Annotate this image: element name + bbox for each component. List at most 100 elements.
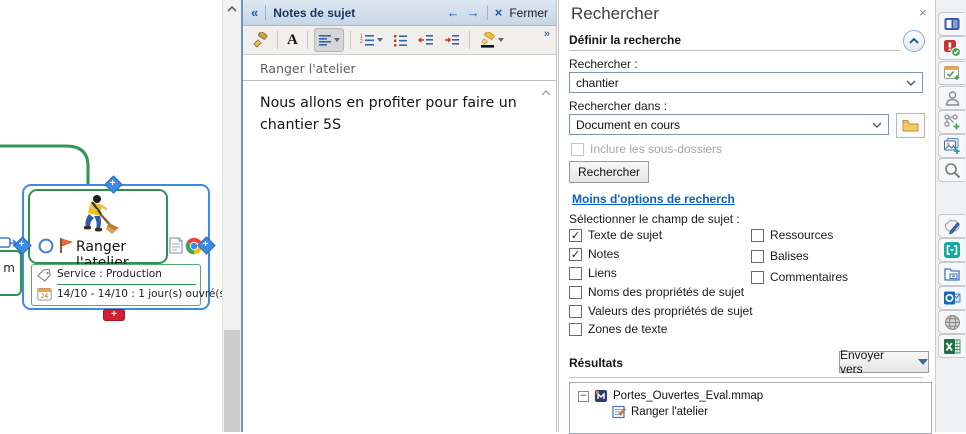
checkbox-valeurs-proprietes[interactable]	[569, 305, 582, 318]
indent-button[interactable]	[441, 29, 463, 51]
tab-task-status[interactable]	[938, 36, 965, 60]
checkbox-ressources[interactable]	[751, 229, 764, 242]
send-to-caret-icon	[918, 359, 928, 365]
note-body-text[interactable]: Nous allons en profiter pour faire un ch…	[260, 92, 548, 136]
tab-resources[interactable]	[938, 86, 965, 110]
task-pane-tabstrip	[935, 0, 966, 432]
note-title: Ranger l'atelier	[260, 61, 356, 76]
highlight-caret[interactable]	[498, 38, 504, 42]
send-to-button[interactable]: Envoyer vers	[839, 351, 929, 373]
checkbox-label: Valeurs des propriétés de sujet	[588, 304, 753, 318]
task-status-icon	[943, 39, 961, 57]
tab-calendar-add-task[interactable]	[938, 61, 965, 85]
checkbox-noms-proprietes[interactable]	[569, 286, 582, 299]
tree-expander[interactable]: −	[578, 391, 589, 402]
search-pane-title: Rechercher	[571, 4, 659, 24]
notes-format-toolbar: A 1 2	[243, 26, 556, 55]
selected-topic[interactable]: Ranger l'atelier Service : Production	[22, 184, 210, 310]
tab-search[interactable]	[938, 158, 965, 182]
results-list[interactable]: − Portes_Ouvertes_Eval.mmap Ranger l'ate…	[569, 382, 932, 434]
results-label: Résultats	[569, 356, 623, 370]
topic-notes-icon[interactable]	[168, 237, 184, 254]
checkbox-commentaires[interactable]	[751, 271, 764, 284]
map-links-add-icon	[943, 113, 961, 131]
include-subfolders-label: Inclure les sous-dossiers	[590, 142, 722, 156]
topic-notes-panel: « Notes de sujet ← → × Fermer A	[241, 0, 557, 432]
font-button[interactable]: A	[284, 29, 301, 51]
highlight-button[interactable]	[476, 29, 507, 51]
notes-collapse-button[interactable]: «	[251, 5, 258, 20]
notes-close-x-icon[interactable]: ×	[495, 5, 503, 20]
chevron-down-icon[interactable]	[872, 122, 882, 128]
align-left-icon	[318, 33, 332, 47]
numbered-list-button[interactable]: 1 2	[357, 29, 386, 51]
excel-icon	[943, 338, 961, 355]
outdent-button[interactable]	[415, 29, 437, 51]
bullet-list-button[interactable]	[390, 29, 411, 51]
red-flag-icon[interactable]	[58, 237, 74, 254]
checkbox-label: Notes	[588, 247, 619, 261]
add-subtopic-button[interactable]: +	[103, 309, 125, 321]
notes-close-button[interactable]: Fermer	[509, 6, 548, 20]
note-title-row: Ranger l'atelier	[243, 55, 556, 81]
topic-property-text: Service : Production	[57, 268, 162, 280]
search-in-select[interactable]: Document en cours	[569, 114, 889, 135]
align-button[interactable]	[314, 28, 344, 52]
numbered-list-caret[interactable]	[377, 38, 383, 42]
search-close-icon[interactable]: ×	[919, 5, 927, 20]
chevron-up-icon	[909, 38, 919, 44]
checkbox-label: Balises	[770, 249, 809, 263]
topic-shape[interactable]: Ranger l'atelier	[28, 189, 168, 264]
checkbox-zones-de-texte[interactable]	[569, 323, 582, 336]
search-for-label: Rechercher :	[569, 57, 638, 71]
canvas-scrollbar[interactable]	[222, 0, 241, 432]
format-painter-icon	[252, 32, 268, 48]
tab-images-add[interactable]	[938, 134, 965, 158]
notes-header: « Notes de sujet ← → × Fermer	[243, 0, 556, 26]
result-file-row[interactable]: − Portes_Ouvertes_Eval.mmap	[578, 389, 763, 403]
map-canvas[interactable]: m	[0, 0, 222, 432]
tab-excel[interactable]	[938, 334, 965, 358]
less-options-link[interactable]: Moins d'options de recherch	[572, 192, 735, 206]
notes-forward-button[interactable]: →	[467, 5, 480, 20]
field-row: Liens	[569, 266, 617, 280]
checkbox-label: Noms des propriétés de sujet	[588, 285, 744, 299]
scrollbar-up-icon[interactable]	[227, 6, 237, 12]
search-button[interactable]: Rechercher	[569, 161, 649, 183]
tab-map-links-add[interactable]	[938, 110, 965, 134]
note-scroll-up-icon[interactable]	[541, 90, 551, 96]
calendar-add-icon	[943, 64, 961, 82]
topic-info-card: Service : Production 24 14/10 - 14/10 : …	[31, 264, 201, 306]
browse-folder-button[interactable]	[896, 113, 925, 138]
checkbox-notes[interactable]: ✓	[569, 248, 582, 261]
define-search-section: Définir la recherche	[569, 33, 681, 47]
checkbox-liens[interactable]	[569, 267, 582, 280]
chevron-down-icon[interactable]	[906, 80, 916, 86]
checkbox-label: Commentaires	[770, 270, 848, 284]
align-dropdown-caret[interactable]	[334, 38, 340, 42]
search-icon	[944, 162, 961, 179]
tab-design-pen[interactable]	[938, 214, 965, 238]
notes-back-button[interactable]: ←	[447, 5, 460, 20]
tab-snap-capture[interactable]	[938, 238, 965, 262]
progress-icon[interactable]	[38, 238, 54, 254]
bullet-list-icon	[393, 33, 408, 47]
scrollbar-thumb[interactable]	[224, 330, 240, 432]
section-collapse-button[interactable]	[903, 30, 925, 52]
tab-web[interactable]	[938, 310, 965, 334]
globe-icon	[944, 314, 961, 331]
format-painter-button[interactable]	[249, 29, 271, 51]
tab-library[interactable]	[938, 12, 965, 36]
checkbox-balises[interactable]	[751, 250, 764, 263]
tab-archive-folder[interactable]	[938, 262, 965, 286]
design-pen-icon	[943, 218, 961, 235]
svg-text:2: 2	[360, 39, 363, 45]
toolbar-overflow-button[interactable]: »	[544, 26, 550, 40]
checkbox-label: Zones de texte	[588, 322, 667, 336]
partial-sibling-topic[interactable]: m	[0, 250, 22, 296]
note-result-icon	[612, 405, 626, 419]
search-input[interactable]: chantier	[569, 72, 923, 93]
tab-outlook[interactable]	[938, 286, 965, 310]
checkbox-texte-de-sujet[interactable]: ✓	[569, 229, 582, 242]
result-item-row[interactable]: Ranger l'atelier	[612, 405, 708, 419]
